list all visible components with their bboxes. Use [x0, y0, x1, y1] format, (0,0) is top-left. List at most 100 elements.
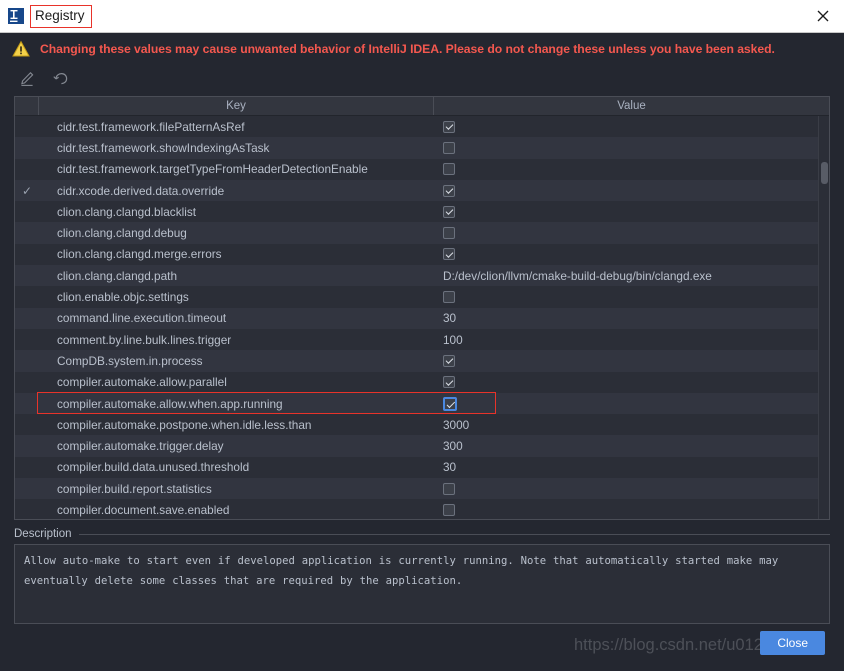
table-row[interactable]: compiler.build.report.statistics — [15, 478, 829, 500]
registry-key-cell[interactable]: compiler.document.save.enabled — [39, 503, 434, 517]
row-modified-gutter — [15, 393, 39, 414]
table-row[interactable]: CompDB.system.in.process — [15, 350, 829, 372]
value-checkbox[interactable] — [443, 184, 455, 197]
registry-value-cell[interactable]: 100 — [434, 329, 829, 350]
registry-value-cell[interactable] — [434, 393, 829, 414]
row-modified-gutter — [15, 201, 39, 222]
value-checkbox[interactable] — [443, 248, 455, 261]
registry-value-cell[interactable] — [434, 478, 829, 499]
value-checkbox[interactable] — [443, 120, 455, 133]
title-bar: Registry — [0, 0, 844, 33]
value-checkbox[interactable] — [443, 163, 455, 176]
warning-triangle-icon — [12, 40, 30, 58]
value-checkbox[interactable] — [443, 482, 455, 495]
registry-value-cell[interactable]: 30 — [434, 457, 829, 478]
registry-value-cell[interactable] — [434, 499, 829, 519]
registry-key-cell[interactable]: comment.by.line.bulk.lines.trigger — [39, 333, 434, 347]
row-modified-gutter — [15, 159, 39, 180]
registry-key-cell[interactable]: cidr.test.framework.targetTypeFromHeader… — [39, 162, 434, 176]
value-checkbox[interactable] — [443, 205, 455, 218]
registry-key-cell[interactable]: clion.clang.clangd.path — [39, 269, 434, 283]
intellij-idea-logo-icon — [8, 8, 24, 24]
table-header-row: Key Value — [15, 97, 829, 116]
table-row[interactable]: command.line.execution.timeout 30 — [15, 307, 829, 329]
registry-value-cell[interactable] — [434, 244, 829, 265]
row-modified-gutter — [15, 286, 39, 307]
registry-value-cell[interactable] — [434, 180, 829, 201]
registry-key-cell[interactable]: compiler.build.report.statistics — [39, 482, 434, 496]
table-row[interactable]: cidr.test.framework.filePatternAsRef — [15, 116, 829, 138]
table-row[interactable]: clion.clang.clangd.blacklist — [15, 201, 829, 223]
registry-key-cell[interactable]: clion.clang.clangd.debug — [39, 226, 434, 240]
table-row[interactable]: cidr.test.framework.targetTypeFromHeader… — [15, 158, 829, 180]
column-header-gutter[interactable] — [15, 97, 39, 115]
registry-value-cell[interactable] — [434, 350, 829, 371]
column-header-key[interactable]: Key — [39, 97, 434, 115]
registry-value-cell[interactable] — [434, 372, 829, 393]
registry-value-cell[interactable] — [434, 286, 829, 307]
registry-key-cell[interactable]: cidr.test.framework.showIndexingAsTask — [39, 141, 434, 155]
value-checkbox[interactable] — [443, 376, 455, 389]
table-row[interactable]: clion.clang.clangd.merge.errors — [15, 243, 829, 266]
registry-value-cell[interactable]: D:/dev/clion/llvm/cmake-build-debug/bin/… — [434, 265, 829, 286]
registry-key-cell[interactable]: cidr.test.framework.filePatternAsRef — [39, 120, 434, 134]
registry-key-cell[interactable]: cidr.xcode.derived.data.override — [39, 184, 434, 198]
row-modified-gutter: ✓ — [15, 180, 39, 201]
registry-value-cell[interactable]: 30 — [434, 308, 829, 329]
table-row[interactable]: clion.clang.clangd.debug — [15, 222, 829, 244]
table-row[interactable]: clion.enable.objc.settings — [15, 286, 829, 308]
warning-message: Changing these values may cause unwanted… — [40, 42, 775, 56]
table-vertical-scrollbar[interactable] — [818, 116, 829, 519]
row-modified-gutter — [15, 222, 39, 243]
row-modified-gutter — [15, 116, 39, 137]
scrollbar-thumb[interactable] — [821, 162, 828, 184]
registry-value-cell[interactable]: 300 — [434, 435, 829, 456]
registry-key-cell[interactable]: compiler.automake.allow.parallel — [39, 375, 434, 389]
registry-value-cell[interactable] — [434, 159, 829, 180]
value-checkbox[interactable] — [443, 291, 455, 304]
registry-value-cell[interactable] — [434, 201, 829, 222]
value-checkbox[interactable] — [443, 354, 455, 367]
value-checkbox[interactable] — [443, 141, 455, 154]
row-modified-gutter — [15, 350, 39, 371]
registry-key-cell[interactable]: clion.clang.clangd.merge.errors — [39, 247, 434, 261]
table-row[interactable]: compiler.automake.postpone.when.idle.les… — [15, 414, 829, 436]
registry-value-cell[interactable] — [434, 116, 829, 137]
table-row[interactable]: comment.by.line.bulk.lines.trigger 100 — [15, 328, 829, 351]
registry-key-cell[interactable]: compiler.automake.postpone.when.idle.les… — [39, 418, 434, 432]
value-checkbox[interactable] — [443, 503, 455, 516]
registry-key-cell[interactable]: clion.enable.objc.settings — [39, 290, 434, 304]
close-button[interactable]: Close — [760, 631, 825, 655]
registry-toolbar — [0, 65, 844, 93]
registry-key-cell[interactable]: clion.clang.clangd.blacklist — [39, 205, 434, 219]
table-row[interactable]: compiler.automake.allow.when.app.running — [15, 392, 829, 415]
revert-arrow-icon[interactable] — [52, 70, 70, 88]
registry-dialog: Registry Changing these values may cause… — [0, 0, 844, 671]
column-header-value[interactable]: Value — [434, 97, 829, 115]
registry-key-cell[interactable]: compiler.build.data.unused.threshold — [39, 460, 434, 474]
table-row[interactable]: cidr.test.framework.showIndexingAsTask — [15, 137, 829, 159]
registry-key-cell[interactable]: compiler.automake.trigger.delay — [39, 439, 434, 453]
row-modified-gutter — [15, 372, 39, 393]
registry-value-cell[interactable]: 3000 — [434, 414, 829, 435]
table-row[interactable]: compiler.document.save.enabled — [15, 499, 829, 519]
table-row[interactable]: clion.clang.clangd.path D:/dev/clion/llvm… — [15, 265, 829, 287]
table-row[interactable]: compiler.automake.trigger.delay 300 — [15, 435, 829, 457]
close-window-icon[interactable] — [814, 7, 832, 25]
registry-key-cell[interactable]: CompDB.system.in.process — [39, 354, 434, 368]
description-box: Allow auto-make to start even if develop… — [14, 544, 830, 624]
dialog-footer: https://blog.csdn.net/u012788900 Close — [0, 624, 844, 671]
registry-value-cell[interactable] — [434, 222, 829, 243]
description-legend-label: Description — [14, 528, 72, 540]
window-title-highlight: Registry — [30, 4, 92, 28]
registry-key-cell[interactable]: command.line.execution.timeout — [39, 311, 434, 325]
table-row[interactable]: compiler.build.data.unused.threshold 30 — [15, 456, 829, 479]
table-row[interactable]: compiler.automake.allow.parallel — [15, 371, 829, 393]
pencil-edit-icon[interactable] — [18, 70, 36, 88]
value-checkbox[interactable] — [443, 227, 455, 240]
table-row[interactable]: ✓ cidr.xcode.derived.data.override — [15, 179, 829, 202]
registry-key-cell[interactable]: compiler.automake.allow.when.app.running — [39, 397, 434, 411]
value-checkbox[interactable] — [443, 396, 457, 411]
registry-value-cell[interactable] — [434, 137, 829, 158]
legend-divider — [78, 533, 830, 535]
